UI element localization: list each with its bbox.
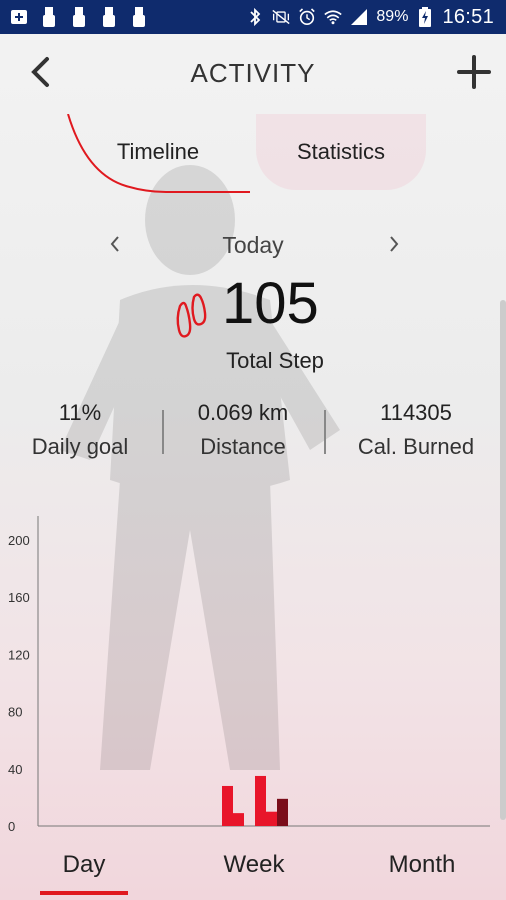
day-selector: Today (0, 226, 506, 266)
usb-icon (130, 7, 148, 27)
chart-bar (233, 813, 244, 826)
stat-value: 0.069 km (197, 400, 289, 425)
chart-bar (277, 798, 288, 826)
battery-charging-icon (416, 7, 434, 27)
usb-icon (100, 7, 118, 27)
total-steps-value: 105 (222, 271, 319, 336)
y-tick-label: 80 (8, 705, 22, 720)
y-tick-label: 40 (8, 762, 22, 777)
app-header: ACTIVITY (0, 34, 506, 114)
chevron-right-icon (390, 236, 399, 252)
day-label: Today (222, 232, 284, 258)
stat-daily-goal: 11% Daily goal (0, 400, 160, 460)
stat-label: Daily goal (31, 434, 129, 459)
y-tick-label: 0 (8, 819, 15, 834)
chart-bar (255, 775, 266, 826)
battery-percent: 89% (376, 8, 409, 25)
y-tick-label: 200 (8, 533, 30, 548)
period-tabs: Day Week Month (0, 845, 506, 900)
footsteps-icon (176, 293, 207, 338)
status-bar: 89% 16:51 (0, 0, 506, 34)
usb-icon (70, 7, 88, 27)
status-left-icons (0, 7, 148, 27)
stat-label: Cal. Burned (357, 434, 475, 459)
signal-icon (350, 8, 368, 26)
alarm-icon (298, 8, 316, 26)
chart-bar (222, 785, 233, 826)
status-time: 16:51 (442, 5, 494, 28)
status-right-icons: 89% 16:51 (246, 6, 506, 29)
add-button[interactable] (456, 54, 492, 90)
add-notification-icon (10, 8, 28, 26)
tab-statistics[interactable]: Statistics (256, 114, 426, 190)
wifi-icon (324, 8, 343, 26)
plus-icon (457, 55, 491, 89)
usb-icon (40, 7, 58, 27)
y-tick-label: 160 (8, 590, 30, 605)
tab-timeline[interactable]: Timeline (66, 114, 250, 190)
stat-calories: 114305 Cal. Burned (336, 400, 496, 460)
tab-month[interactable]: Month (352, 851, 492, 879)
active-tab-indicator (40, 891, 128, 895)
page-title: ACTIVITY (190, 58, 316, 88)
y-tick-label: 120 (8, 647, 30, 662)
tab-week[interactable]: Week (184, 851, 324, 879)
stat-divider (324, 410, 326, 454)
tab-day[interactable]: Day (14, 851, 154, 879)
view-tabs: Timeline Statistics (66, 114, 426, 196)
stat-distance: 0.069 km Distance (163, 400, 323, 460)
stat-value: 11% (58, 400, 102, 425)
total-steps-label: Total Step (226, 348, 324, 373)
steps-bar-chart: 0 40 80 120 160 200 (8, 516, 490, 834)
stats-row: 11% Daily goal 0.069 km Distance 114305 … (0, 400, 506, 470)
next-day-button[interactable] (384, 232, 404, 256)
mute-vibrate-icon (272, 8, 291, 26)
bluetooth-icon (246, 7, 264, 27)
stat-label: Distance (200, 434, 286, 459)
chart-bar (266, 811, 277, 826)
stat-value: 114305 (380, 400, 452, 425)
